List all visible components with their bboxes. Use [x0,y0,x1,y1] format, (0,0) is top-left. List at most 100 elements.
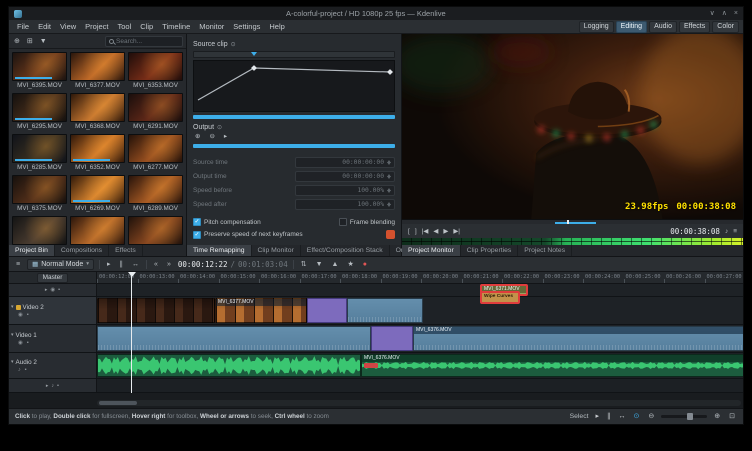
monitor-seek-bar[interactable] [402,219,743,224]
collapse-icon[interactable]: ▸ [46,383,49,389]
bin-clip-mvi-6291-mov[interactable]: MVI_6291.MOV [128,93,183,131]
razor-tool-icon[interactable]: ∥ [118,259,126,270]
bin-clip-mvi-6289-mov[interactable]: MVI_6289.MOV [128,175,183,213]
close-button[interactable]: × [734,7,738,20]
composition[interactable] [371,326,413,351]
lock-track-icon[interactable]: ▪ [27,312,29,318]
timeline-ruler[interactable]: 00:00:12:00 00:00:13:00 00:00:14:00 00:00:1… [97,272,743,284]
monitor-tab-project-notes[interactable]: Project Notes [518,245,573,256]
insert-zone-icon[interactable]: ▼ [314,259,325,270]
go-to-start-icon[interactable]: |◀ [422,227,429,235]
bin-search[interactable] [105,35,183,47]
timeline-menu-icon[interactable]: ≡ [14,259,22,270]
mute-track-icon[interactable]: ♪ [18,367,21,373]
next-frame-icon[interactable]: ▶| [453,227,460,235]
bin-clip-mvi-6295-mov[interactable]: MVI_6295.MOV [12,93,67,131]
menu-timeline[interactable]: Timeline [158,20,194,33]
record-icon[interactable]: ● [361,259,369,270]
filter-icon[interactable]: ▼ [38,36,49,47]
minimize-button[interactable]: ∨ [710,7,715,20]
monitor-tab-project-monitor[interactable]: Project Monitor [402,245,461,256]
extract-zone-icon[interactable]: ▲ [330,259,341,270]
add-keyframe-icon[interactable]: ⊕ [193,131,202,142]
timeline-clip[interactable] [97,326,371,351]
menu-edit[interactable]: Edit [34,20,55,33]
lock-track-icon[interactable]: ▪ [25,367,27,373]
timeline-clip-mvi-6376-mov[interactable]: MVI_6376.MOV [413,326,743,351]
output-time-spinbox[interactable]: 00:00:00:00 [295,170,395,182]
lock-track-icon[interactable]: ▪ [57,383,59,389]
add-clip-icon[interactable]: ⊕ [12,36,22,47]
menu-monitor[interactable]: Monitor [195,20,228,33]
reset-icon[interactable] [386,230,395,239]
next-keyframe-icon[interactable]: ▸ [222,131,229,142]
dock-tab-clip-monitor[interactable]: Clip Monitor [252,245,301,256]
composition[interactable] [307,298,347,323]
spin-buttons[interactable] [387,187,392,193]
menu-clip[interactable]: Clip [136,20,157,33]
workspace-editing-button[interactable]: Editing [615,20,648,33]
timeline-mode-dropdown[interactable]: ▦ Normal Mode ▾ [27,258,95,270]
bin-clip-mvi-6277-mov[interactable]: MVI_6277.MOV [128,134,183,172]
zoom-slider-handle[interactable] [686,413,693,420]
zone-in-icon[interactable]: [ [408,228,410,235]
bin-tab-effects[interactable]: Effects [109,245,143,256]
checkbox-preserve-speed-of-next-keyframes[interactable]: ✓ Preserve speed of next keyframes [193,230,333,239]
dock-tab-effect-composition-stack[interactable]: Effect/Composition Stack [301,245,390,256]
menu-file[interactable]: File [13,20,33,33]
track-header-video-1[interactable]: ▾ Video 1 ◉ ▪ [9,325,97,352]
bin-clip-mvi-6351-mov[interactable]: MVI_6351.MOV [12,216,67,245]
audio-volume-icon[interactable]: ♪ [725,228,728,235]
workspace-color-button[interactable]: Color [712,20,739,33]
current-timecode[interactable]: 00:00:12:22 [178,260,228,269]
bin-clip-mvi-6285-mov[interactable]: MVI_6285.MOV [12,134,67,172]
pin-icon[interactable]: ⊙ [231,41,236,48]
master-button[interactable]: Master [36,272,69,283]
collapse-icon[interactable]: ▾ [11,332,14,338]
lock-track-icon[interactable]: ▪ [27,340,29,346]
bin-clip-mvi-6375-mov[interactable]: MVI_6375.MOV [12,175,67,213]
source-time-spinbox[interactable]: 00:00:00:00 [295,156,395,168]
maximize-button[interactable]: ∧ [722,7,727,20]
workspace-audio-button[interactable]: Audio [649,20,677,33]
hide-track-icon[interactable]: ◉ [18,312,23,318]
spin-buttons[interactable] [387,159,392,165]
zone-out-icon[interactable]: ] [415,228,417,235]
zoom-slider[interactable] [661,413,708,420]
menu-view[interactable]: View [56,20,80,33]
zone-end-icon[interactable]: » [165,259,173,270]
dock-tab-time-remapping[interactable]: Time Remapping [187,245,252,256]
spacer-tool-icon[interactable]: ↔ [617,411,628,422]
mute-track-icon[interactable]: ♪ [51,383,54,389]
remove-keyframe-icon[interactable]: ⊖ [207,131,216,142]
window-titlebar[interactable]: A-colorful-project / HD 1080p 25 fps — K… [9,7,743,20]
search-input[interactable] [116,37,179,45]
collapse-icon[interactable]: ▾ [11,359,14,365]
bin-clip-mvi-6272-mov[interactable]: MVI_6272.MOV [70,216,125,245]
workspace-logging-button[interactable]: Logging [578,20,614,33]
bin-clip-mvi-6377-mov[interactable]: MVI_6377.MOV [70,52,125,90]
checkbox-pitch-compensation[interactable]: ✓ Pitch compensation [193,218,333,226]
speed-after-spinbox[interactable]: 100.00% [295,198,395,210]
workspace-effects-button[interactable]: Effects [678,20,711,33]
mix-clips-icon[interactable]: ⇅ [299,259,309,270]
track-header-video-3[interactable]: ▸ ◉ ▪ [9,284,97,296]
track-header-audio-1[interactable]: ▸ ♪ ▪ [9,379,97,392]
menu-settings[interactable]: Settings [229,20,264,33]
timeline-clip-mvi-6376-mov[interactable]: MVI_6376.MOV [361,354,743,377]
zoom-out-icon[interactable]: ⊖ [646,411,656,422]
zoom-fit-icon[interactable]: ⊡ [727,411,737,422]
razor-tool-icon[interactable]: ∥ [605,411,613,422]
spacer-tool-icon[interactable]: ↔ [130,259,141,270]
selection-tool-icon[interactable]: ▸ [105,259,113,270]
timeline-clip-mvi-6377-mov[interactable]: MVI_6377.MOV [215,298,307,323]
bin-tab-project-bin[interactable]: Project Bin [9,245,55,256]
play-backward-icon[interactable]: ◀ [433,227,438,235]
create-folder-icon[interactable]: ⊞ [25,36,35,47]
composition-wipe-curves[interactable]: Wipe Curves [481,292,519,303]
source-keyframe-ruler[interactable] [193,51,395,58]
collapse-icon[interactable]: ▾ [11,304,14,310]
video-frame[interactable]: 23.98fps 00:00:38:08 [402,34,743,219]
timeline-playhead[interactable] [127,272,136,393]
speed-before-spinbox[interactable]: 100.00% [295,184,395,196]
